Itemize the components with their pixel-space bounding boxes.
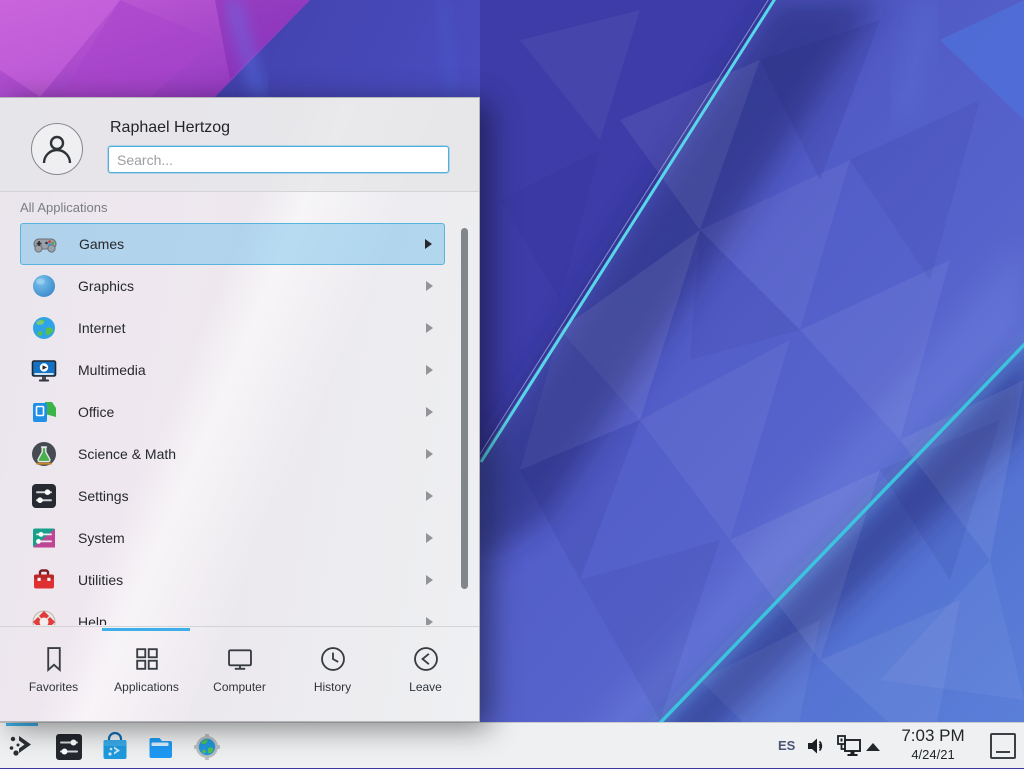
user-icon	[39, 131, 75, 167]
sliders-color-icon	[30, 524, 58, 552]
submenu-arrow-icon	[426, 449, 433, 459]
menu-item-label: Settings	[78, 488, 426, 504]
sphere-icon	[30, 272, 58, 300]
menu-item-label: Utilities	[78, 572, 426, 588]
clock-time: 7:03 PM	[893, 726, 973, 746]
menu-item-help[interactable]: Help	[20, 601, 445, 625]
menu-item-label: Multimedia	[78, 362, 426, 378]
taskbar-panel: ES 7:03 PM 4/24/21	[0, 722, 1024, 768]
menu-item-label: Games	[79, 236, 425, 252]
menu-item-label: System	[78, 530, 426, 546]
tab-applications[interactable]: Applications	[100, 631, 193, 721]
menu-item-science-math[interactable]: Science & Math	[20, 433, 445, 475]
submenu-arrow-icon	[425, 239, 432, 249]
gamepad-icon	[31, 230, 59, 258]
category-list: Games Graphics	[20, 223, 445, 625]
digital-clock[interactable]: 7:03 PM 4/24/21	[893, 726, 973, 763]
globe-icon	[30, 314, 58, 342]
menu-item-graphics[interactable]: Graphics	[20, 265, 445, 307]
file-manager-launcher[interactable]	[146, 732, 176, 762]
tray-expand-arrow-icon[interactable]	[864, 740, 882, 752]
submenu-arrow-icon	[426, 407, 433, 417]
network-icon[interactable]	[836, 734, 862, 758]
discover-launcher[interactable]	[100, 732, 130, 762]
submenu-arrow-icon	[426, 281, 433, 291]
submenu-arrow-icon	[426, 617, 433, 625]
menu-item-multimedia[interactable]: Multimedia	[20, 349, 445, 391]
flask-icon	[30, 440, 58, 468]
search-input[interactable]	[108, 146, 449, 173]
menu-item-label: Internet	[78, 320, 426, 336]
web-browser-launcher[interactable]	[192, 732, 222, 762]
footer-divider	[0, 626, 479, 627]
lifebuoy-icon	[30, 608, 58, 625]
submenu-arrow-icon	[426, 533, 433, 543]
section-label: All Applications	[20, 200, 107, 215]
documents-icon	[30, 398, 58, 426]
menu-item-games[interactable]: Games	[20, 223, 445, 265]
computer-icon	[225, 644, 255, 674]
grid-icon	[132, 644, 162, 674]
app-launcher-button[interactable]	[6, 731, 36, 761]
sliders-dark-icon	[30, 482, 58, 510]
menu-item-label: Science & Math	[78, 446, 426, 462]
menu-item-utilities[interactable]: Utilities	[20, 559, 445, 601]
tab-leave[interactable]: Leave	[379, 631, 472, 721]
menu-item-label: Help	[78, 614, 426, 625]
user-avatar[interactable]	[31, 123, 83, 175]
menu-item-settings[interactable]: Settings	[20, 475, 445, 517]
submenu-arrow-icon	[426, 575, 433, 585]
user-name: Raphael Hertzog	[110, 119, 230, 137]
tab-history[interactable]: History	[286, 631, 379, 721]
clock-icon	[318, 644, 348, 674]
application-launcher-menu: Raphael Hertzog All Applications Games	[0, 97, 480, 722]
menu-item-office[interactable]: Office	[20, 391, 445, 433]
clock-date: 4/24/21	[893, 746, 973, 763]
volume-icon[interactable]	[806, 736, 828, 756]
menu-item-label: Office	[78, 404, 426, 420]
toolbox-icon	[30, 566, 58, 594]
list-scrollbar[interactable]	[461, 228, 468, 589]
menu-item-label: Graphics	[78, 278, 426, 294]
submenu-arrow-icon	[426, 491, 433, 501]
show-desktop-button[interactable]	[990, 733, 1016, 759]
tab-computer[interactable]: Computer	[193, 631, 286, 721]
bookmark-icon	[39, 644, 69, 674]
submenu-arrow-icon	[426, 323, 433, 333]
menu-item-system[interactable]: System	[20, 517, 445, 559]
launcher-tab-bar: Favorites Applications Computer	[7, 631, 472, 721]
menu-item-internet[interactable]: Internet	[20, 307, 445, 349]
system-settings-launcher[interactable]	[54, 732, 84, 762]
header-divider	[0, 191, 479, 192]
launcher-active-indicator	[6, 723, 38, 726]
submenu-arrow-icon	[426, 365, 433, 375]
monitor-play-icon	[30, 356, 58, 384]
keyboard-layout-indicator[interactable]: ES	[778, 723, 795, 769]
tab-favorites[interactable]: Favorites	[7, 631, 100, 721]
leave-icon	[411, 644, 441, 674]
